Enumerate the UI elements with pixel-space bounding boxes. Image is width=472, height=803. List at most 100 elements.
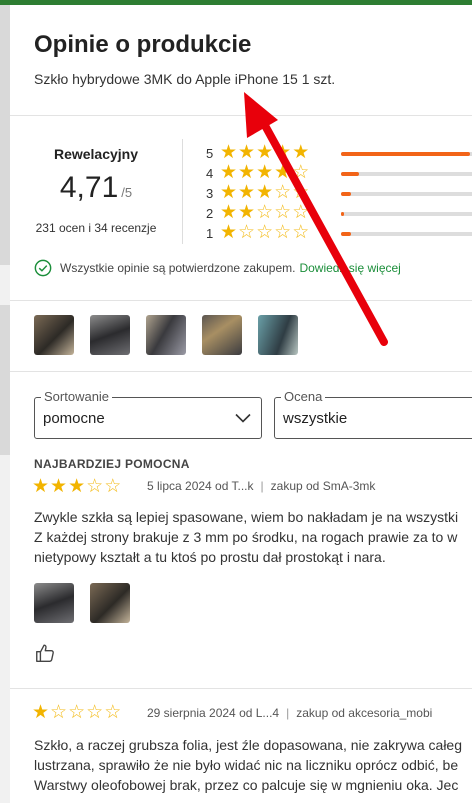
star-empty-icon: ☆ — [86, 476, 105, 497]
sort-select[interactable]: Sortowanie pomocne — [34, 389, 262, 439]
star-filled-icon: ★ — [274, 162, 293, 183]
sort-select-label: Sortowanie — [41, 389, 113, 404]
rating-bar-track — [341, 192, 472, 196]
review-photo-thumbnail[interactable] — [258, 315, 298, 355]
star-filled-icon: ★ — [32, 476, 51, 497]
star-empty-icon: ☆ — [274, 182, 293, 203]
sort-select-value: pomocne — [43, 410, 105, 427]
star-empty-icon: ☆ — [238, 222, 257, 243]
review-photo-thumbnail[interactable] — [202, 315, 242, 355]
star-filled-icon: ★ — [238, 142, 257, 163]
star-filled-icon: ★ — [256, 182, 275, 203]
rating-filter-value: wszystkie — [283, 410, 348, 427]
score-max: /5 — [121, 185, 133, 200]
star-filled-icon: ★ — [220, 202, 239, 223]
background-strip — [0, 305, 10, 455]
review-line: Szkło, a raczej grubsza folia, jest źle … — [34, 737, 462, 753]
rating-bar-fill — [341, 212, 344, 216]
star-filled-icon: ★ — [220, 162, 239, 183]
star-empty-icon: ☆ — [104, 702, 123, 723]
rating-row-3[interactable]: 3 ★★★☆☆ — [206, 183, 472, 203]
chevron-down-icon — [235, 413, 251, 423]
divider — [10, 371, 472, 372]
rating-bar-track — [341, 172, 472, 176]
review-photos — [34, 315, 314, 355]
rating-bar-fill — [341, 232, 351, 236]
rating-row-4[interactable]: 4 ★★★★☆ — [206, 162, 472, 183]
ratings-count: 231 ocen i 34 recenzje — [35, 221, 157, 235]
star-filled-icon: ★ — [274, 142, 293, 163]
star-filled-icon: ★ — [256, 142, 275, 163]
review-photo-thumbnail[interactable] — [34, 583, 74, 623]
review-date-author: 29 sierpnia 2024 od L...4 — [147, 706, 280, 720]
star-empty-icon: ☆ — [292, 222, 311, 243]
star-filled-icon: ★ — [68, 476, 87, 497]
rating-row-stars: ★☆☆☆☆ — [220, 223, 310, 243]
review-photo-thumbnail[interactable] — [90, 315, 130, 355]
review-meta: 5 lipca 2024 od T...k | zakup od SmA-3mk — [147, 479, 375, 493]
rating-row-stars: ★★★☆☆ — [220, 183, 310, 203]
review-text: Szkło, a raczej grubsza folia, jest źle … — [34, 735, 472, 795]
rating-row-number: 2 — [206, 206, 214, 221]
rating-bar-fill — [341, 172, 360, 176]
rating-row-5[interactable]: 5 ★★★★★ — [206, 142, 472, 163]
review-line: lustrzana, sprawiło że nie było widać ni… — [34, 757, 459, 773]
review-photo-thumbnail[interactable] — [34, 315, 74, 355]
rating-row-number: 3 — [206, 186, 214, 201]
review-attached-photos — [34, 583, 146, 623]
divider — [10, 115, 472, 116]
thumbs-up-icon[interactable] — [34, 642, 56, 664]
star-empty-icon: ☆ — [274, 222, 293, 243]
rating-filter-label: Ocena — [281, 389, 326, 404]
verified-notice: Wszystkie opinie są potwierdzone zakupem… — [34, 259, 401, 277]
star-filled-icon: ★ — [238, 182, 257, 203]
rating-row-number: 4 — [206, 166, 214, 181]
rating-filter-select[interactable]: Ocena wszystkie — [274, 389, 472, 439]
star-filled-icon: ★ — [238, 202, 257, 223]
learn-more-link[interactable]: Dowiedz się więcej — [299, 261, 400, 275]
check-circle-icon — [34, 259, 52, 277]
review-photo-thumbnail[interactable] — [146, 315, 186, 355]
section-heading: NAJBARDZIEJ POMOCNA — [34, 457, 190, 471]
review-photo-thumbnail[interactable] — [90, 583, 130, 623]
star-filled-icon: ★ — [220, 182, 239, 203]
review-source: zakup od SmA-3mk — [270, 479, 376, 493]
review-rating-stars: ★☆☆☆☆ — [32, 703, 122, 723]
summary-separator — [182, 139, 183, 244]
review-line: Z każdej strony brakuje z 3 mm po środku… — [34, 529, 458, 545]
verified-text: Wszystkie opinie są potwierdzone zakupem… — [60, 261, 296, 275]
rating-bar-fill — [341, 192, 351, 196]
star-filled-icon: ★ — [292, 142, 311, 163]
star-empty-icon: ☆ — [50, 702, 69, 723]
star-empty-icon: ☆ — [86, 702, 105, 723]
star-filled-icon: ★ — [220, 222, 239, 243]
review-rating-stars: ★★★☆☆ — [32, 477, 122, 497]
background-page-edge — [0, 5, 10, 803]
rating-bar-track — [341, 152, 472, 156]
star-filled-icon: ★ — [256, 162, 275, 183]
average-score: 4,71 — [59, 171, 119, 204]
star-filled-icon: ★ — [238, 162, 257, 183]
meta-separator: | — [286, 706, 290, 720]
reviews-modal: Opinie o produkcie Szkło hybrydowe 3MK d… — [10, 5, 472, 803]
star-filled-icon: ★ — [220, 142, 239, 163]
star-empty-icon: ☆ — [292, 182, 311, 203]
star-filled-icon: ★ — [50, 476, 69, 497]
star-empty-icon: ☆ — [292, 202, 311, 223]
review-line: Warstwy oleofobowej brak, przez co palcu… — [34, 777, 459, 793]
rating-row-1[interactable]: 1 ★☆☆☆☆ — [206, 223, 472, 243]
star-empty-icon: ☆ — [256, 202, 275, 223]
star-empty-icon: ☆ — [68, 702, 87, 723]
star-empty-icon: ☆ — [104, 476, 123, 497]
review-date-author: 5 lipca 2024 od T...k — [147, 479, 254, 493]
rating-row-2[interactable]: 2 ★★☆☆☆ — [206, 203, 472, 223]
rating-row-number: 5 — [206, 146, 214, 161]
rating-bar-track — [341, 232, 472, 236]
review-line: Zwykle szkła są lepiej spasowane, wiem b… — [34, 509, 459, 525]
rating-row-stars: ★★☆☆☆ — [220, 203, 310, 223]
review-meta: 29 sierpnia 2024 od L...4 | zakup od akces… — [147, 706, 432, 720]
rating-bar-track — [341, 212, 472, 216]
product-name: Szkło hybrydowe 3MK do Apple iPhone 15 1… — [34, 71, 336, 87]
review-source: zakup od akcesoria_mobi — [296, 706, 433, 720]
star-empty-icon: ☆ — [292, 162, 311, 183]
